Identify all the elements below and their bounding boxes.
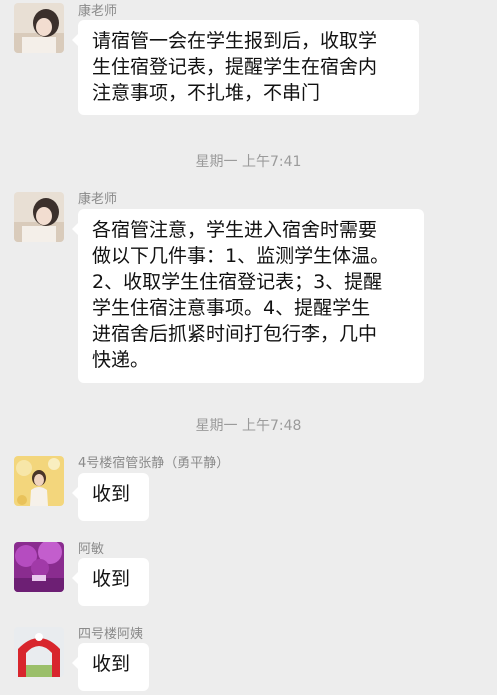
message-bubble[interactable]: 收到 bbox=[72, 558, 149, 606]
message-line: 学生住宿注意事项。4、提醒学生 bbox=[92, 297, 371, 319]
timestamp: 星期一 上午7:48 bbox=[195, 418, 302, 434]
message-bubble[interactable]: 收到 bbox=[72, 473, 149, 521]
avatar-dorm-manager-zhang[interactable] bbox=[14, 456, 64, 506]
message-bubble[interactable]: 收到 bbox=[72, 643, 149, 691]
message-line: 收到 bbox=[92, 483, 131, 505]
message-line: 进宿舍后抓紧时间打包行李，几中 bbox=[92, 323, 378, 345]
avatar-kang-teacher[interactable] bbox=[14, 3, 64, 53]
sender-name: 阿敏 bbox=[78, 542, 105, 557]
message-line: 各宿管注意，学生进入宿舍时需要 bbox=[92, 219, 378, 241]
message-bubble[interactable]: 各宿管注意，学生进入宿舍时需要 做以下几件事：1、监测学生体温。 2、收取学生住… bbox=[72, 209, 424, 383]
sender-name: 4号楼宿管张静（勇平静） bbox=[78, 456, 230, 471]
message-bubble[interactable]: 请宿管一会在学生报到后，收取学 生住宿登记表，提醒学生在宿舍内 注意事项，不扎堆… bbox=[72, 20, 419, 115]
message-line: 注意事项，不扎堆，不串门 bbox=[92, 82, 321, 104]
message-line: 快递。 bbox=[92, 349, 150, 371]
message-line: 请宿管一会在学生报到后，收取学 bbox=[92, 30, 378, 52]
message-line: 2、收取学生住宿登记表；3、提醒 bbox=[92, 271, 383, 293]
avatar-building-four-auntie[interactable] bbox=[14, 627, 64, 677]
message-line: 收到 bbox=[92, 568, 131, 590]
message-line: 做以下几件事：1、监测学生体温。 bbox=[92, 245, 390, 267]
message-line: 生住宿登记表，提醒学生在宿舍内 bbox=[92, 56, 378, 78]
avatar-kang-teacher[interactable] bbox=[14, 192, 64, 242]
sender-name: 康老师 bbox=[78, 4, 118, 19]
sender-name: 康老师 bbox=[78, 192, 118, 207]
timestamp: 星期一 上午7:41 bbox=[195, 154, 302, 170]
sender-name: 四号楼阿姨 bbox=[78, 627, 144, 642]
message-line: 收到 bbox=[92, 653, 131, 675]
avatar-a-min[interactable] bbox=[14, 542, 64, 592]
chat-window: 康老师 请宿管一会在学生报到后，收取学 生住宿登记表，提醒学生在宿舍内 注意事项… bbox=[0, 0, 497, 695]
